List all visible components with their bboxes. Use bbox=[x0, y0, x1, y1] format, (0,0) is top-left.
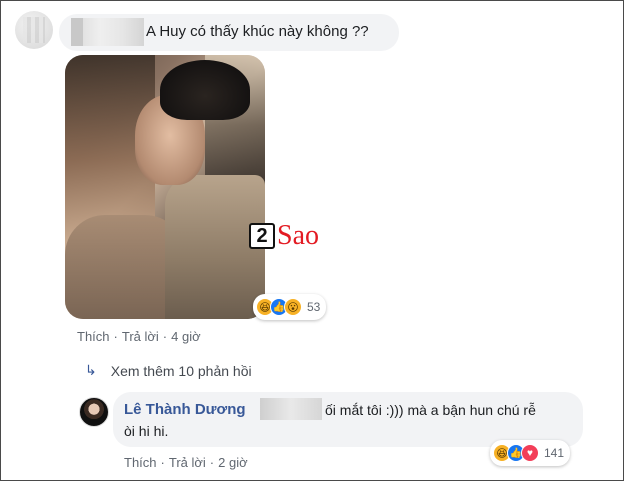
comment-actions: Thích · Trả lời · 4 giờ bbox=[77, 329, 201, 344]
watermark-number: 2 bbox=[249, 223, 275, 249]
reply-link[interactable]: Trả lời bbox=[122, 329, 159, 344]
photo-watermark: 2 Sao bbox=[249, 221, 319, 251]
reply-author-name[interactable]: Lê Thành Dương bbox=[124, 401, 246, 418]
like-link[interactable]: Thích bbox=[124, 455, 157, 470]
wow-icon: 😮 bbox=[284, 298, 302, 316]
love-icon: ♥ bbox=[521, 444, 539, 462]
separator-dot: · bbox=[113, 329, 118, 344]
reply-timestamp[interactable]: 2 giờ bbox=[218, 455, 248, 470]
reply-text-line2: òi hi hi. bbox=[124, 423, 169, 439]
watermark-brand: Sao bbox=[277, 220, 319, 251]
comment-timestamp[interactable]: 4 giờ bbox=[171, 329, 201, 344]
like-link[interactable]: Thích bbox=[77, 329, 110, 344]
reply-actions: Thích · Trả lời · 2 giờ bbox=[124, 455, 248, 470]
view-more-replies-link[interactable]: ↳ Xem thêm 10 phản hồi bbox=[85, 362, 252, 379]
separator-dot: · bbox=[162, 329, 168, 344]
reply-text-line1: ối mắt tôi :))) mà a bận hun chú rễ bbox=[325, 402, 536, 418]
reaction-count: 141 bbox=[544, 446, 565, 460]
reply-author-avatar[interactable] bbox=[79, 397, 109, 427]
reply-reactions[interactable]: 😆 👍 ♥ 141 bbox=[490, 440, 571, 466]
comment-text: A Huy có thấy khúc này không ?? bbox=[146, 23, 369, 40]
separator-dot: · bbox=[209, 455, 215, 470]
comment-photo[interactable] bbox=[65, 55, 265, 319]
reply-arrow-icon: ↳ bbox=[85, 362, 97, 378]
redacted-mention bbox=[260, 398, 322, 420]
commenter-avatar[interactable] bbox=[15, 11, 53, 49]
comment-reactions[interactable]: 😆 👍 😮 53 bbox=[253, 294, 327, 320]
redacted-commenter-name bbox=[71, 18, 144, 46]
reaction-count: 53 bbox=[307, 300, 321, 314]
reply-link[interactable]: Trả lời bbox=[169, 455, 206, 470]
separator-dot: · bbox=[160, 455, 165, 470]
view-more-replies-label: Xem thêm 10 phản hồi bbox=[110, 362, 252, 379]
